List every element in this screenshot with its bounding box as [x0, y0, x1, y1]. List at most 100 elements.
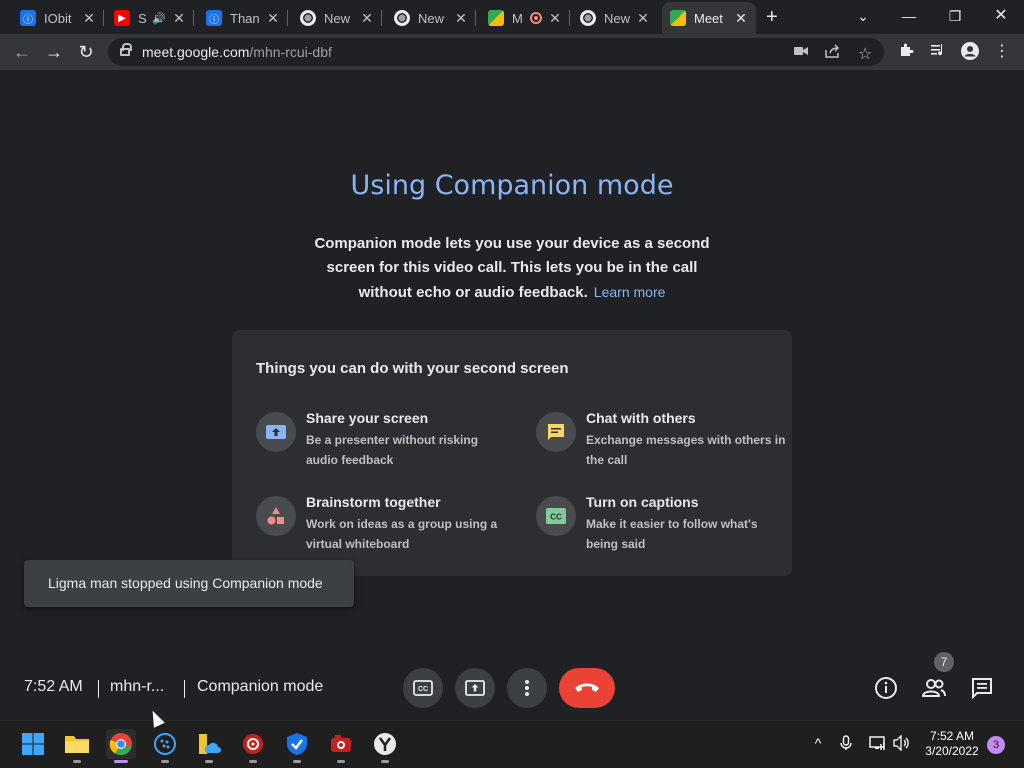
more-vert-icon — [525, 680, 529, 696]
iobit-icon: ⓘ — [20, 10, 36, 26]
captions-icon: CC — [536, 496, 576, 536]
browser-toolbar: ← → ↻ meet.google.com/mhn-rcui-dbf ☆ ⋮ — [0, 34, 1024, 70]
card-title: Things you can do with your second scree… — [256, 360, 569, 377]
close-tab-icon[interactable]: ✕ — [172, 10, 186, 27]
profile-avatar-icon[interactable] — [960, 42, 980, 62]
reload-icon[interactable]: ↻ — [74, 40, 98, 64]
iobit-icon: ⓘ — [206, 10, 222, 26]
taskbar-onedrive-folder[interactable] — [194, 729, 224, 763]
meet-main: Using Companion mode Companion mode lets… — [0, 70, 1024, 720]
back-icon[interactable]: ← — [10, 40, 34, 64]
tab-iobit[interactable]: ⓘ IObit ✕ — [12, 4, 104, 32]
participants-button[interactable] — [920, 674, 948, 702]
divider — [98, 680, 99, 698]
tab-new-2[interactable]: New ✕ — [386, 4, 476, 32]
chat-button[interactable] — [968, 674, 996, 702]
video-recorder-icon — [331, 735, 351, 752]
media-control-icon[interactable] — [928, 42, 948, 62]
whiteboard-shapes-icon — [256, 496, 296, 536]
meeting-details-button[interactable] — [872, 674, 900, 702]
captions-button[interactable]: CC — [403, 668, 443, 708]
notification-badge[interactable]: 3 — [987, 736, 1005, 754]
notification-toast: Ligma man stopped using Companion mode — [24, 560, 354, 607]
taskbar-chrome[interactable] — [106, 729, 136, 763]
tab-thank[interactable]: ⓘ Thank ✕ — [198, 4, 288, 32]
divider — [184, 680, 185, 698]
meeting-time: 7:52 AM — [24, 678, 83, 695]
meet-icon — [488, 10, 504, 26]
page-title: Using Companion mode — [350, 170, 674, 201]
companion-description: Companion mode lets you use your device … — [314, 235, 710, 301]
more-options-button[interactable] — [507, 668, 547, 708]
network-icon[interactable] — [868, 735, 888, 754]
app-globe-icon — [154, 733, 176, 755]
close-tab-icon[interactable]: ✕ — [454, 10, 468, 27]
close-tab-icon[interactable]: ✕ — [734, 10, 748, 27]
tab-search-chevron-icon[interactable]: ⌄ — [840, 4, 886, 28]
restore-icon[interactable]: ❐ — [932, 4, 978, 28]
forward-icon[interactable]: → — [42, 40, 66, 64]
close-window-icon[interactable]: ✕ — [978, 4, 1024, 28]
show-hidden-icons-chevron-icon[interactable]: ^ — [808, 735, 828, 751]
lock-icon[interactable] — [120, 43, 132, 56]
tab-new-1[interactable]: New ✕ — [292, 4, 382, 32]
people-icon — [921, 679, 946, 697]
system-clock[interactable]: 7:52 AM 3/20/2022 — [920, 729, 984, 759]
close-tab-icon[interactable]: ✕ — [266, 10, 280, 27]
present-now-button[interactable] — [455, 668, 495, 708]
meeting-code: mhn-r... — [110, 678, 165, 695]
info-icon — [875, 677, 897, 699]
taskbar-app-dots[interactable] — [150, 729, 180, 763]
meet-icon — [670, 10, 686, 26]
tab-meet-recording[interactable]: M ✕ — [480, 4, 570, 32]
svg-text:CC: CC — [550, 513, 562, 522]
minimize-icon[interactable]: — — [886, 4, 932, 28]
chat-icon — [972, 678, 992, 699]
start-button[interactable] — [18, 729, 48, 759]
recording-icon — [530, 12, 542, 24]
address-bar[interactable]: meet.google.com/mhn-rcui-dbf ☆ — [108, 38, 884, 66]
cloud-folder-icon — [199, 734, 221, 754]
share-icon[interactable] — [824, 44, 842, 60]
red-gear-app-icon — [243, 734, 263, 754]
close-tab-icon[interactable]: ✕ — [82, 10, 96, 27]
participants-count-badge: 7 — [934, 652, 954, 672]
chrome-icon — [394, 10, 410, 26]
close-tab-icon[interactable]: ✕ — [360, 10, 374, 27]
taskbar-recorder[interactable] — [326, 729, 356, 763]
present-screen-icon — [256, 412, 296, 452]
leave-call-button[interactable] — [559, 668, 615, 708]
close-tab-icon[interactable]: ✕ — [548, 10, 562, 27]
hang-up-icon — [575, 683, 599, 692]
chrome-icon — [109, 733, 132, 756]
tab-meet-active[interactable]: Meet ✕ — [662, 2, 756, 34]
second-screen-card: Things you can do with your second scree… — [232, 330, 792, 576]
close-tab-icon[interactable]: ✕ — [636, 10, 650, 27]
shield-icon — [287, 733, 307, 755]
tab-youtube[interactable]: ▶ S 🔊 ✕ — [106, 4, 194, 32]
y-clock-icon — [374, 733, 396, 755]
speaker-icon[interactable]: 🔊 — [152, 12, 166, 25]
microphone-icon[interactable] — [836, 735, 856, 754]
chrome-icon — [580, 10, 596, 26]
kebab-menu-icon[interactable]: ⋮ — [992, 42, 1012, 62]
url-text[interactable]: meet.google.com/mhn-rcui-dbf — [142, 44, 332, 60]
present-screen-icon — [465, 680, 485, 696]
taskbar-defender[interactable] — [282, 729, 312, 763]
extensions-icon[interactable] — [896, 42, 916, 62]
taskbar-file-explorer[interactable] — [62, 729, 92, 763]
taskbar-clock-app[interactable] — [370, 729, 400, 763]
learn-more-link[interactable]: Learn more — [594, 284, 666, 300]
taskbar-red-app[interactable] — [238, 729, 268, 763]
camera-icon[interactable] — [792, 44, 810, 60]
captions-icon: CC — [413, 680, 433, 696]
bookmark-star-icon[interactable]: ☆ — [856, 44, 874, 63]
volume-icon[interactable] — [892, 734, 912, 754]
tab-new-3[interactable]: New ✕ — [572, 4, 658, 32]
chat-icon — [536, 412, 576, 452]
meeting-mode: Companion mode — [197, 678, 324, 695]
svg-text:CC: CC — [418, 686, 428, 693]
youtube-icon: ▶ — [114, 10, 130, 26]
chrome-icon — [300, 10, 316, 26]
new-tab-icon[interactable]: + — [766, 6, 778, 29]
